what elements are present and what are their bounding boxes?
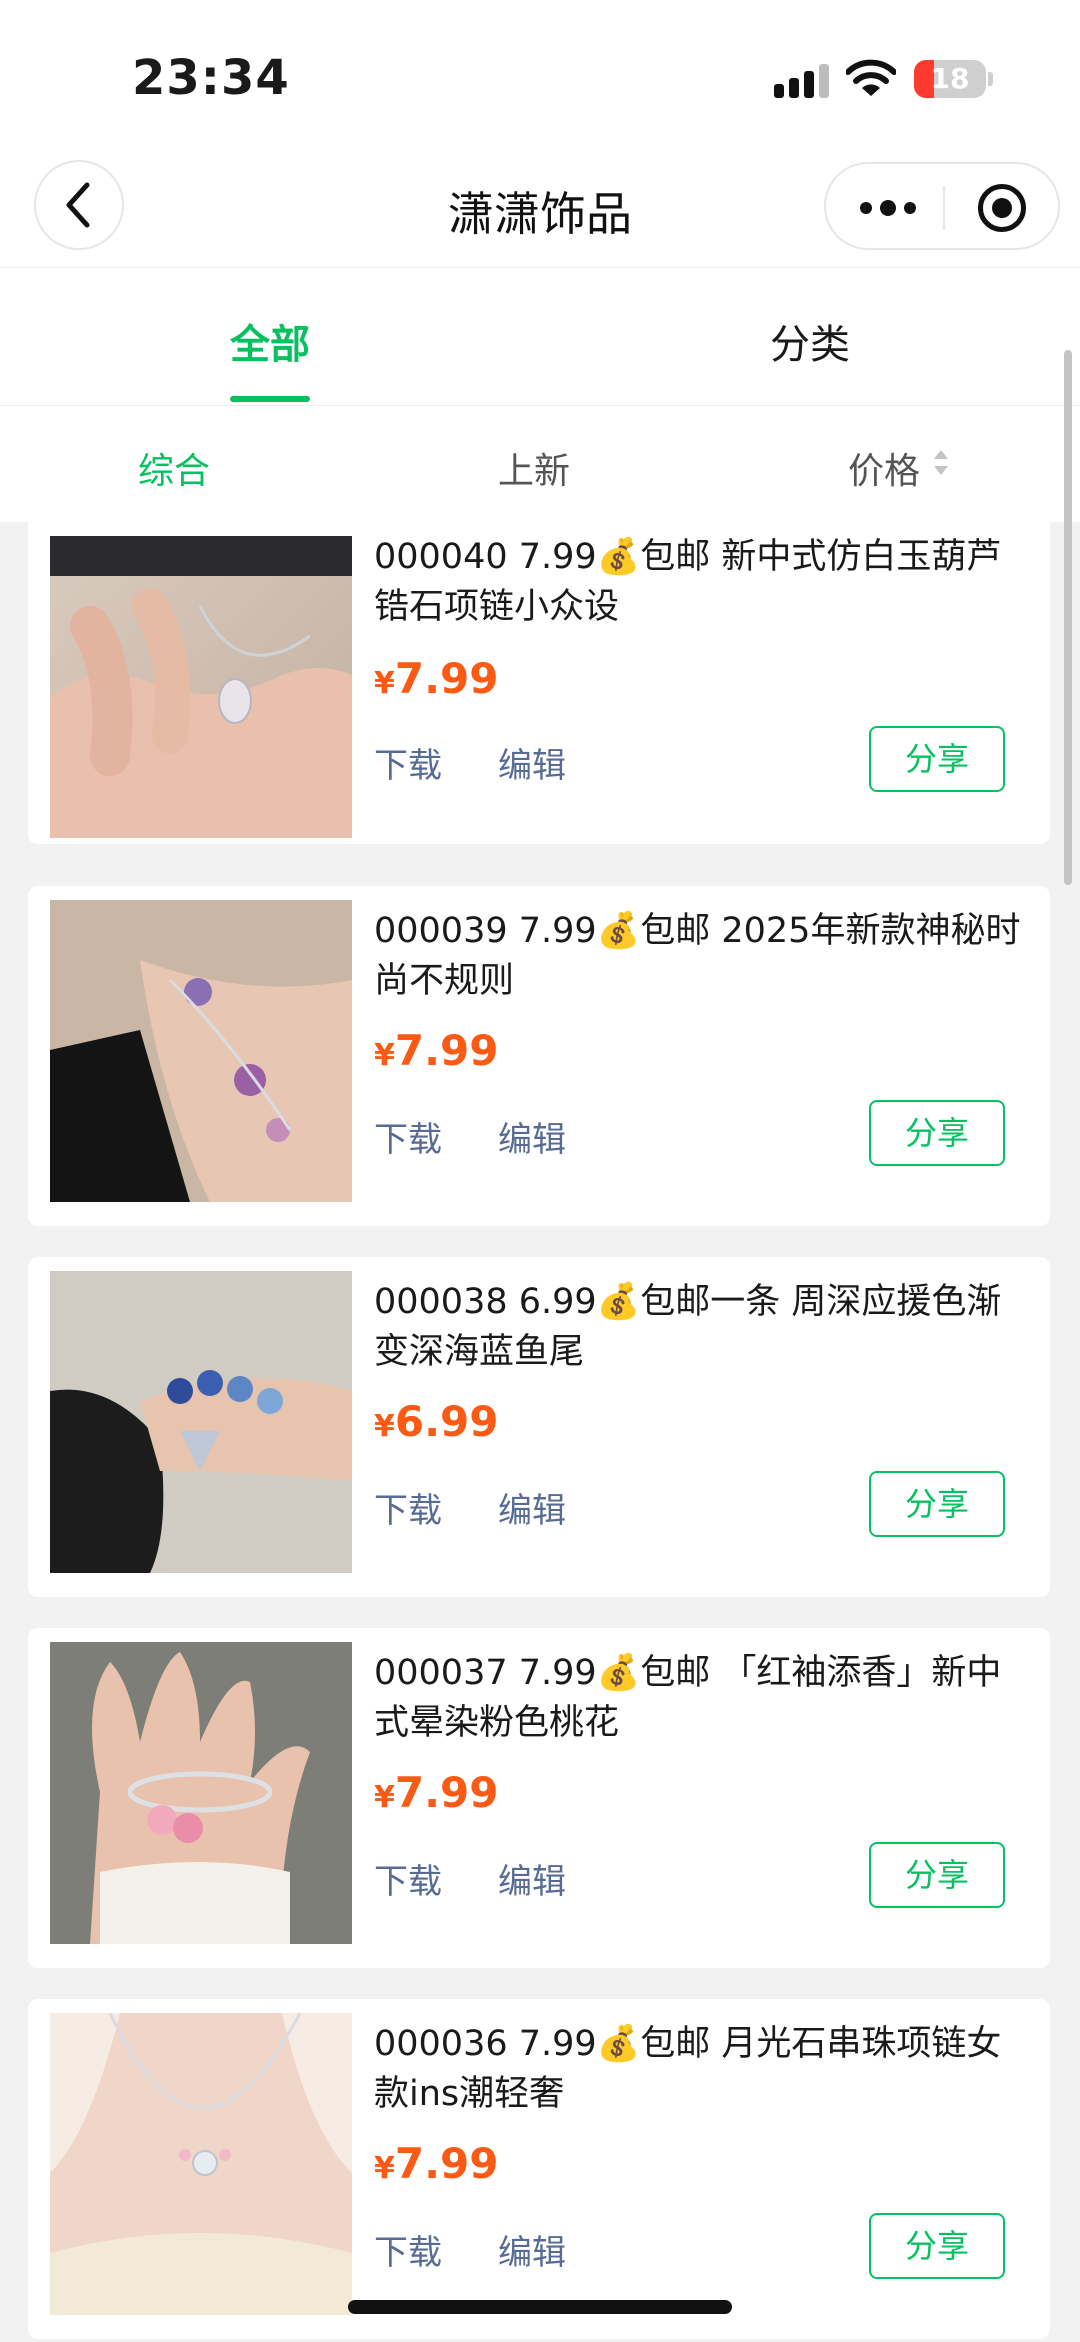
home-indicator[interactable]	[348, 2300, 732, 2314]
edit-link[interactable]: 编辑	[498, 1483, 566, 1532]
tab-active-indicator	[230, 396, 310, 402]
page: 23:34 18 潇潇饰品 全部 分类 综合 上新 价格 000040 7.99…	[0, 0, 1080, 2342]
edit-link[interactable]: 编辑	[498, 738, 566, 787]
signal-icon	[774, 64, 830, 98]
product-price: ¥7.99	[374, 654, 499, 703]
mini-program-capsule	[824, 162, 1060, 250]
product-price: ¥7.99	[374, 2139, 499, 2188]
capsule-divider	[943, 186, 945, 230]
edit-link[interactable]: 编辑	[498, 1854, 566, 1903]
product-card-content: 000040 7.99💰包邮 新中式仿白玉葫芦锆石项链小众设 ¥7.99 下载 …	[28, 522, 1050, 844]
product-card[interactable]: 000039 7.99💰包邮 2025年新款神秘时尚不规则 ¥7.99 下载 编…	[28, 886, 1050, 1226]
download-link[interactable]: 下载	[374, 1112, 442, 1161]
product-image	[50, 2013, 352, 2315]
edit-link[interactable]: 编辑	[498, 1112, 566, 1161]
more-icon[interactable]	[860, 194, 920, 222]
product-card[interactable]: 000037 7.99💰包邮 「红袖添香」新中式晕染粉色桃花 ¥7.99 下载 …	[28, 1628, 1050, 1968]
price-amount: 7.99	[394, 1026, 499, 1075]
download-link[interactable]: 下载	[374, 2225, 442, 2274]
tab-all[interactable]: 全部	[230, 312, 310, 370]
product-title: 000038 6.99💰包邮一条 周深应援色渐变深海蓝鱼尾	[374, 1282, 1002, 1372]
share-button[interactable]: 分享	[869, 1471, 1005, 1537]
product-photo	[50, 900, 352, 1202]
download-link[interactable]: 下载	[374, 738, 442, 787]
tab-category[interactable]: 分类	[770, 312, 850, 370]
share-button[interactable]: 分享	[869, 1842, 1005, 1908]
product-photo	[50, 1642, 352, 1944]
sort-arrows-icon	[932, 450, 950, 480]
scrollbar[interactable]	[1064, 350, 1072, 885]
status-bar: 23:34 18	[0, 0, 1080, 150]
price-amount: 6.99	[394, 1397, 499, 1446]
sort-bar: 综合 上新 价格	[0, 406, 1080, 522]
share-button[interactable]: 分享	[869, 2213, 1005, 2279]
download-link[interactable]: 下载	[374, 1483, 442, 1532]
product-photo	[50, 2013, 352, 2315]
product-title: 000036 7.99💰包邮 月光石串珠项链女款ins潮轻奢	[374, 2024, 1002, 2114]
price-amount: 7.99	[394, 2139, 499, 2188]
product-card[interactable]: 000036 7.99💰包邮 月光石串珠项链女款ins潮轻奢 ¥7.99 下载 …	[28, 1999, 1050, 2339]
status-time: 23:34	[132, 50, 290, 106]
price-amount: 7.99	[394, 654, 499, 703]
product-title: 000040 7.99💰包邮 新中式仿白玉葫芦锆石项链小众设	[374, 537, 1002, 627]
product-title: 000039 7.99💰包邮 2025年新款神秘时尚不规则	[374, 911, 1021, 1001]
share-button[interactable]: 分享	[869, 726, 1005, 792]
product-title: 000037 7.99💰包邮 「红袖添香」新中式晕染粉色桃花	[374, 1653, 1002, 1743]
product-price: ¥7.99	[374, 1026, 499, 1075]
currency-symbol: ¥	[374, 1409, 395, 1444]
edit-link[interactable]: 编辑	[498, 2225, 566, 2274]
product-list: 000040 7.99💰包邮 新中式仿白玉葫芦锆石项链小众设 ¥7.99 下载 …	[28, 522, 1050, 2342]
top-tabs: 全部 分类	[0, 268, 1080, 406]
wifi-icon	[846, 59, 896, 96]
battery-level: 18	[930, 62, 970, 95]
currency-symbol: ¥	[374, 666, 395, 701]
product-image	[50, 1271, 352, 1573]
product-price: ¥6.99	[374, 1397, 499, 1446]
currency-symbol: ¥	[374, 2151, 395, 2186]
currency-symbol: ¥	[374, 1038, 395, 1073]
sort-comprehensive[interactable]: 综合	[138, 442, 210, 494]
sort-price[interactable]: 价格	[848, 442, 920, 494]
battery-nub	[988, 72, 993, 86]
battery-icon: 18	[914, 60, 986, 98]
product-photo	[50, 1271, 352, 1573]
product-card[interactable]: 000038 6.99💰包邮一条 周深应援色渐变深海蓝鱼尾 ¥6.99 下载 编…	[28, 1257, 1050, 1597]
currency-symbol: ¥	[374, 1780, 395, 1815]
download-link[interactable]: 下载	[374, 1854, 442, 1903]
product-image	[50, 1642, 352, 1944]
product-price: ¥7.99	[374, 1768, 499, 1817]
price-amount: 7.99	[394, 1768, 499, 1817]
nav-bar: 潇潇饰品	[0, 150, 1080, 268]
product-image	[50, 900, 352, 1202]
share-button[interactable]: 分享	[869, 1100, 1005, 1166]
target-icon[interactable]	[978, 184, 1026, 232]
sort-newest[interactable]: 上新	[498, 442, 570, 494]
